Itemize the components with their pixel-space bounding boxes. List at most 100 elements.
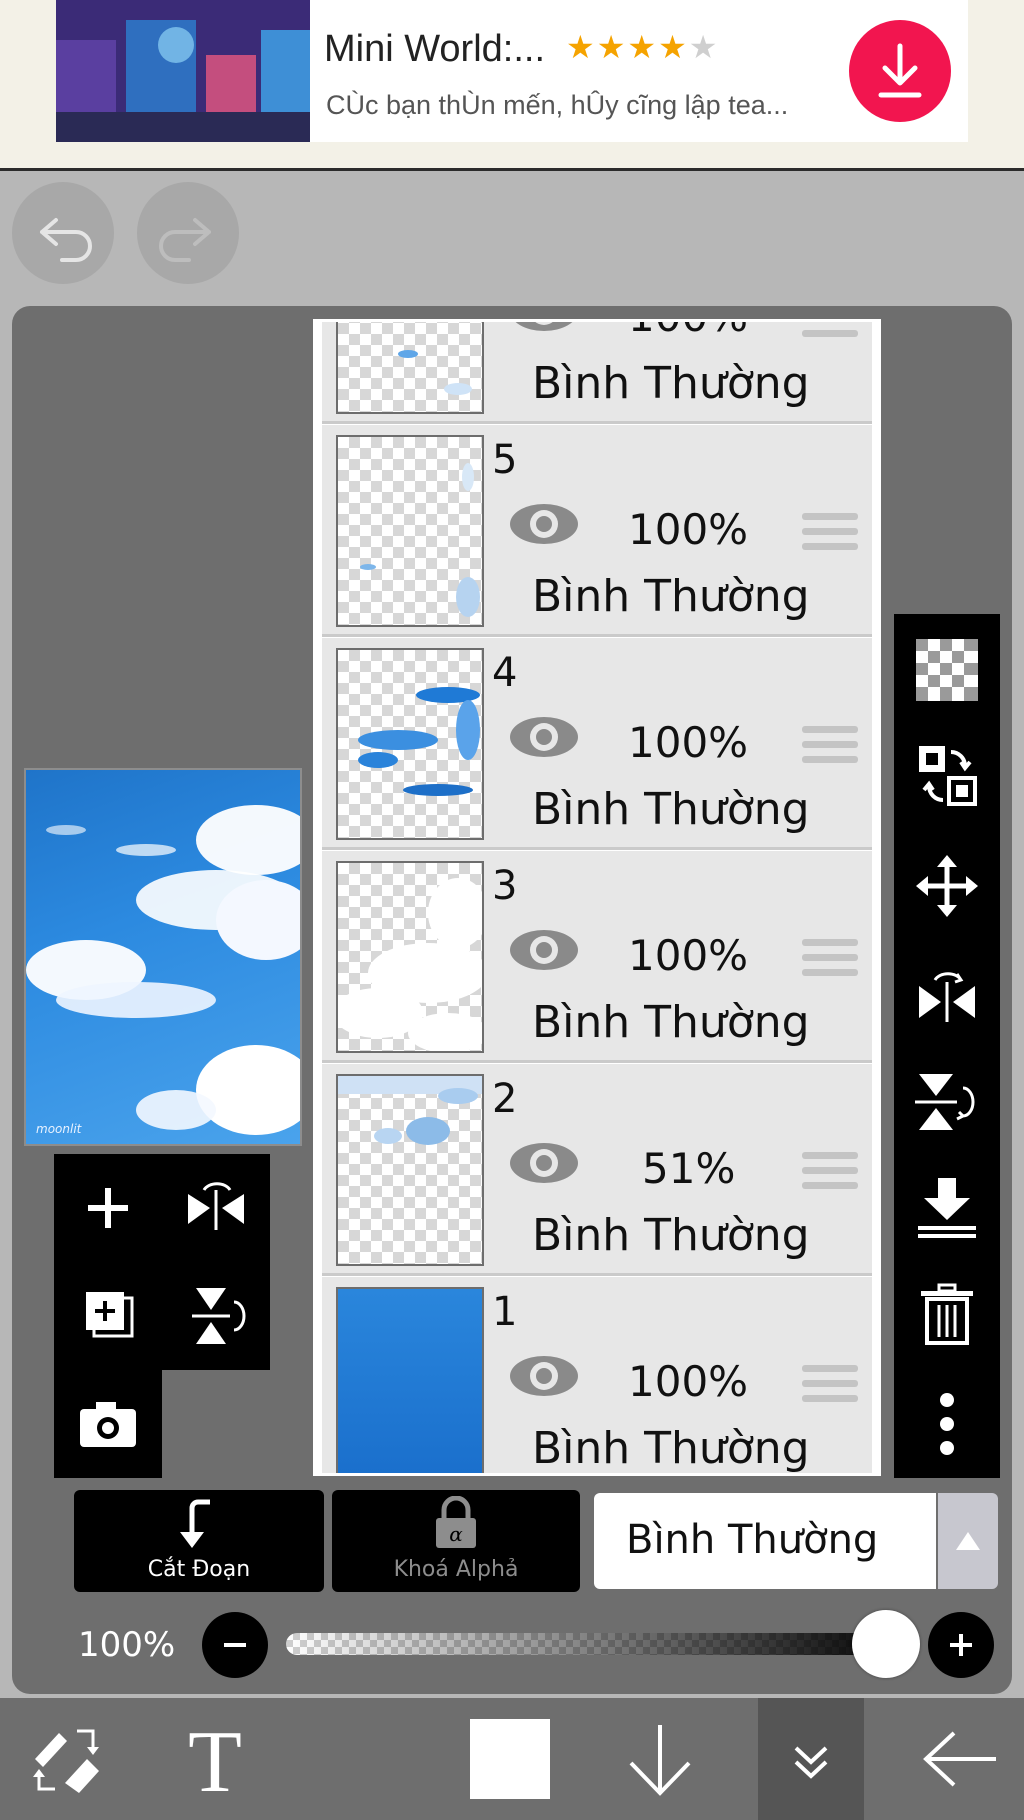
alpha-lock-button[interactable]: α Khoá Alphả <box>332 1490 580 1592</box>
eye-icon <box>510 930 578 970</box>
layer-blend-mode: Bình Thường <box>532 358 810 409</box>
back-button[interactable] <box>910 1698 1010 1820</box>
clipping-button[interactable]: Cắt Đoạn <box>74 1490 324 1592</box>
layer-thumbnail[interactable] <box>336 1287 484 1473</box>
undo-button[interactable] <box>12 182 114 284</box>
layer-blend-mode: Bình Thường <box>532 784 810 835</box>
transparency-button[interactable] <box>894 620 1000 720</box>
ad-image[interactable] <box>56 0 310 142</box>
thumbnail-art <box>338 1076 482 1145</box>
tool-swap-icon <box>33 1729 99 1793</box>
redo-button[interactable] <box>137 182 239 284</box>
merge-down-button[interactable] <box>894 1158 1000 1258</box>
flip-layer-horizontal-button[interactable] <box>162 1154 270 1262</box>
star-icon: ★ <box>627 28 659 66</box>
opacity-decrease-button[interactable] <box>202 1612 268 1678</box>
camera-button[interactable] <box>54 1370 162 1478</box>
blend-mode-value: Bình Thường <box>626 1517 879 1563</box>
layer-row[interactable]: 3 100% Bình Thường <box>322 851 872 1063</box>
svg-text:α: α <box>449 1522 463 1546</box>
cloud-artwork <box>26 805 300 1135</box>
redo-icon <box>159 218 211 262</box>
layer-row[interactable]: 100% Bình Thường <box>322 322 872 424</box>
thumbnail-art <box>398 350 472 395</box>
ad-title[interactable]: Mini World:... <box>324 28 545 71</box>
layer-opacity: 100% <box>628 505 749 554</box>
visibility-toggle[interactable] <box>506 499 582 553</box>
layer-thumbnail[interactable] <box>336 435 484 627</box>
layer-row[interactable]: 5 100% Bình Thường <box>322 425 872 637</box>
move-down-button[interactable] <box>610 1698 710 1820</box>
layer-thumbnail[interactable] <box>336 322 484 414</box>
blend-mode-dropdown-button[interactable] <box>938 1493 998 1589</box>
thumbnail-art <box>338 878 482 1051</box>
star-icon: ★ <box>688 28 720 66</box>
triangle-up-icon <box>956 1532 980 1550</box>
camera-tool-panel <box>54 1370 162 1478</box>
eye-icon <box>510 1356 578 1396</box>
visibility-toggle[interactable] <box>506 925 582 979</box>
layer-list[interactable]: 100% Bình Thường 5 100% Bình Thường 4 10… <box>313 319 881 1476</box>
move-layer-button[interactable] <box>894 836 1000 936</box>
plus-icon <box>950 1634 972 1656</box>
flip-vertical-button[interactable] <box>894 1052 1000 1152</box>
download-icon <box>878 43 922 98</box>
clipping-label: Cắt Đoạn <box>147 1557 251 1582</box>
visibility-toggle[interactable] <box>506 322 582 340</box>
more-options-button[interactable] <box>894 1374 1000 1474</box>
layer-tools-panel <box>54 1154 270 1370</box>
flip-horizontal-button[interactable] <box>894 946 1000 1046</box>
layer-number: 2 <box>492 1076 518 1122</box>
collapse-panel-button[interactable] <box>758 1698 864 1820</box>
drag-handle[interactable] <box>802 1152 858 1197</box>
layer-thumbnail[interactable] <box>336 861 484 1053</box>
duplicate-layer-icon <box>86 1292 134 1338</box>
visibility-toggle[interactable] <box>506 712 582 766</box>
add-layer-button[interactable] <box>54 1154 162 1262</box>
blend-mode-select[interactable]: Bình Thường <box>594 1493 936 1589</box>
eye-icon <box>510 504 578 544</box>
layer-thumbnail[interactable] <box>336 648 484 840</box>
drag-handle[interactable] <box>802 939 858 984</box>
layer-opacity: 100% <box>628 1357 749 1406</box>
visibility-toggle[interactable] <box>506 1351 582 1405</box>
text-icon: T <box>188 1719 242 1799</box>
canvas-preview[interactable]: moonlit <box>24 768 302 1146</box>
eye-icon <box>515 322 573 331</box>
drag-handle[interactable] <box>802 726 858 771</box>
layer-row[interactable]: 2 51% Bình Thường <box>322 1064 872 1276</box>
text-tool-button[interactable]: T <box>160 1698 270 1820</box>
collapse-icon <box>794 1746 828 1779</box>
ad-download-button[interactable] <box>849 20 951 122</box>
ad-rating: ★★★★★ <box>566 28 719 66</box>
swap-layers-button[interactable] <box>894 726 1000 826</box>
more-icon <box>940 1393 954 1455</box>
opacity-slider[interactable] <box>286 1633 906 1655</box>
drag-handle[interactable] <box>802 1365 858 1410</box>
layer-opacity: 100% <box>628 718 749 767</box>
opacity-gradient <box>286 1633 906 1655</box>
opacity-increase-button[interactable] <box>928 1612 994 1678</box>
transparency-icon <box>916 639 978 701</box>
ad-subtitle: CÙc bạn thÙn mến, hÛy cĩng lập tea... <box>326 90 789 120</box>
add-layer-icon <box>88 1188 128 1228</box>
drag-handle[interactable] <box>802 322 858 345</box>
drag-handle[interactable] <box>802 513 858 558</box>
layer-row[interactable]: 1 100% Bình Thường <box>322 1277 872 1473</box>
layer-row[interactable]: 4 100% Bình Thường <box>322 638 872 850</box>
tool-swap-button[interactable] <box>10 1698 120 1820</box>
flip-vertical-icon <box>192 1288 246 1344</box>
star-icon: ★ <box>596 28 628 66</box>
layer-blend-mode: Bình Thường <box>532 1210 810 1261</box>
thumbnail-art <box>358 687 480 796</box>
duplicate-layer-button[interactable] <box>54 1262 162 1370</box>
alpha-lock-label: Khoá Alphả <box>393 1557 519 1582</box>
flip-layer-vertical-button[interactable] <box>162 1262 270 1370</box>
color-swatch-button[interactable] <box>460 1698 560 1820</box>
layer-number: 4 <box>492 650 518 696</box>
visibility-toggle[interactable] <box>506 1138 582 1192</box>
layer-thumbnail[interactable] <box>336 1074 484 1266</box>
opacity-slider-thumb[interactable] <box>852 1610 920 1678</box>
back-arrow-icon <box>923 1731 996 1787</box>
delete-layer-button[interactable] <box>894 1264 1000 1364</box>
